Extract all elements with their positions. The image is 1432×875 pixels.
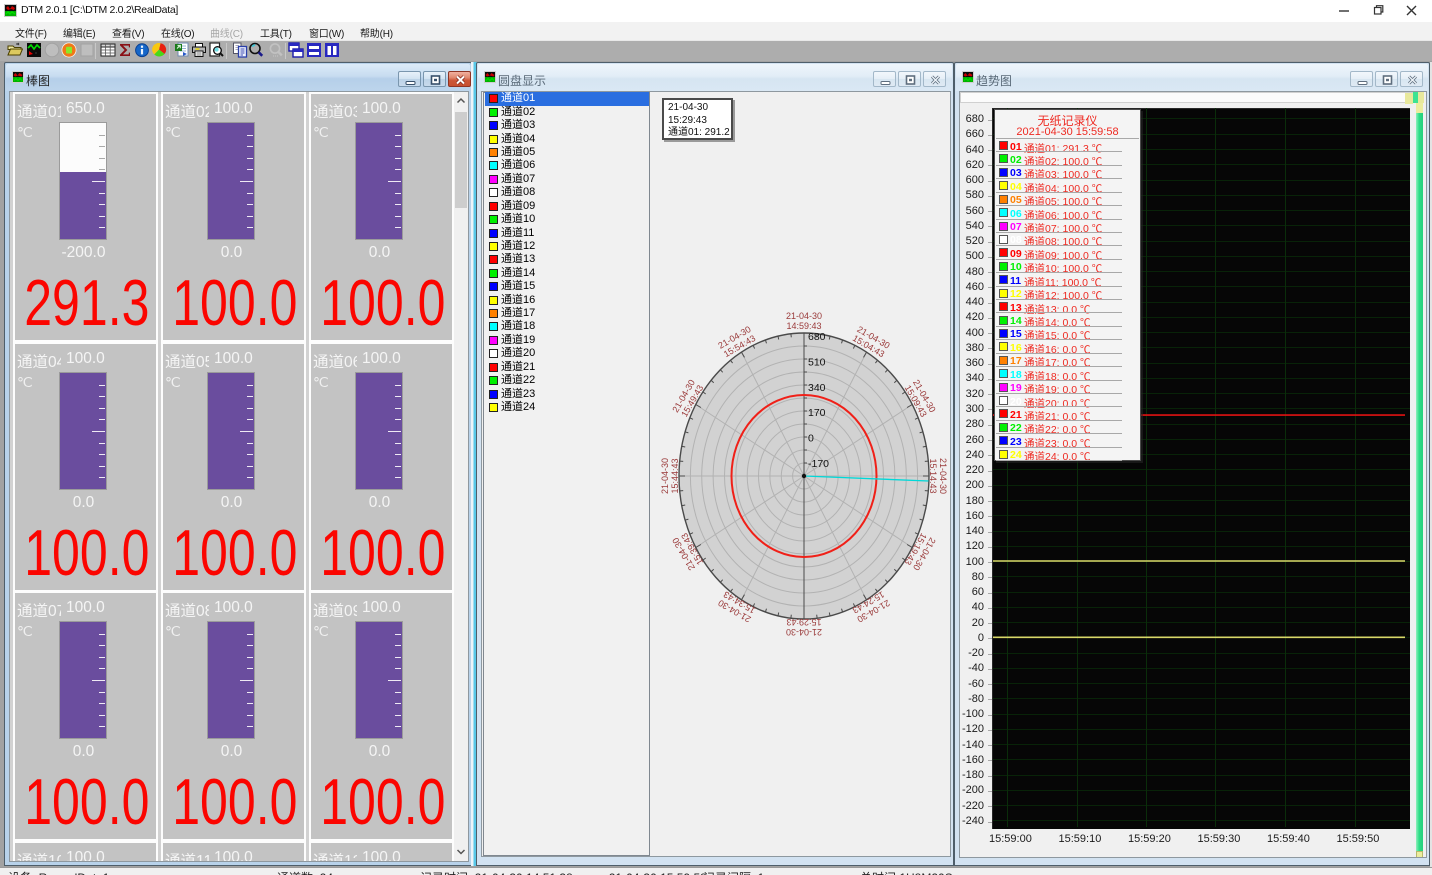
svg-text:340: 340: [808, 382, 826, 394]
svg-text:21-04-30: 21-04-30: [660, 458, 670, 494]
svg-text:21-04-30: 21-04-30: [786, 627, 822, 637]
svg-text:14:59:43: 14:59:43: [786, 321, 821, 331]
svg-text:510: 510: [808, 356, 826, 368]
svg-text:170: 170: [808, 407, 826, 419]
svg-text:680: 680: [808, 331, 826, 343]
svg-text:15:44:43: 15:44:43: [670, 458, 680, 493]
svg-text:21-04-30: 21-04-30: [786, 311, 822, 321]
svg-text:15:14:43: 15:14:43: [928, 458, 938, 493]
svg-text:-170: -170: [808, 458, 829, 470]
svg-text:15:29:43: 15:29:43: [786, 617, 821, 627]
svg-text:0: 0: [808, 433, 814, 445]
svg-text:21-04-30: 21-04-30: [938, 458, 948, 494]
